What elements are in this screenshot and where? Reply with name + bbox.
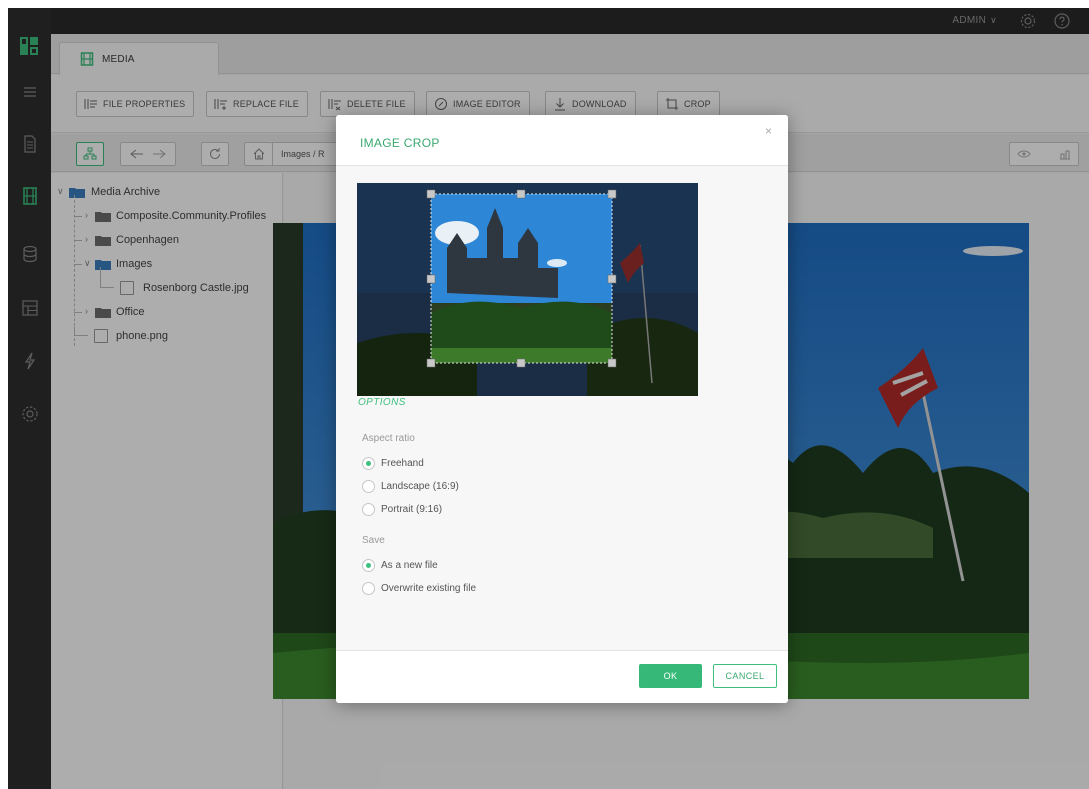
crop-canvas[interactable] [357, 183, 698, 396]
radio-unchecked [362, 480, 375, 493]
crop-selection [431, 194, 612, 363]
radio-unchecked [362, 582, 375, 595]
dialog-footer: OK CANCEL [336, 650, 788, 703]
radio-checked [362, 457, 375, 470]
close-icon[interactable]: × [765, 124, 772, 138]
radio-label: Overwrite existing file [381, 583, 477, 594]
ok-button[interactable]: OK [639, 664, 702, 688]
app-window: ADMIN ∨ MEDIA FILE PROPERTIES REPLACE FIL… [8, 8, 1089, 789]
radio-label: Portrait (9:16) [381, 504, 443, 515]
radio-checked [362, 559, 375, 572]
dialog-header: IMAGE CROP × [336, 115, 788, 166]
radio-unchecked [362, 503, 375, 516]
options-heading: OPTIONS [358, 397, 406, 408]
save-label: Save [362, 535, 385, 546]
dialog-title: IMAGE CROP [360, 136, 440, 150]
crop-image [357, 183, 698, 396]
cancel-button[interactable]: CANCEL [713, 664, 777, 688]
radio-label: Freehand [381, 458, 424, 469]
image-crop-dialog: IMAGE CROP × OPTIONS Aspect ratio Freeha… [336, 115, 788, 703]
aspect-ratio-label: Aspect ratio [362, 433, 415, 444]
radio-label: Landscape (16:9) [381, 481, 459, 492]
radio-label: As a new file [381, 560, 438, 571]
